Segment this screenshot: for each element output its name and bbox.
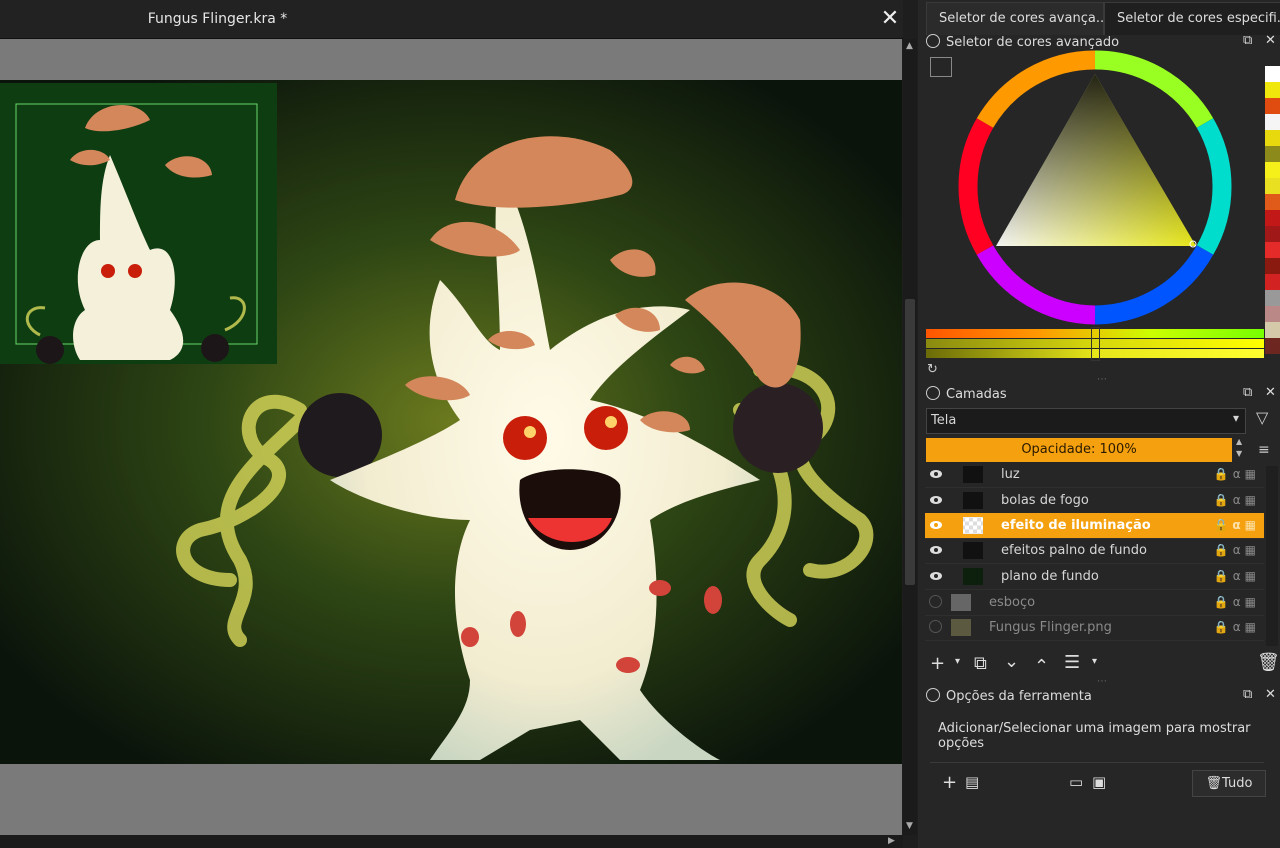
layer-name[interactable]: Fungus Flinger.png bbox=[989, 620, 1112, 635]
eye-icon[interactable] bbox=[929, 518, 943, 532]
layer-row[interactable]: Fungus Flinger.png 🔒α▦ bbox=[925, 615, 1264, 641]
refresh-icon[interactable]: ↻ bbox=[927, 362, 938, 377]
eye-icon[interactable] bbox=[929, 543, 943, 557]
layer-properties-icon[interactable]: 🔒α▦ bbox=[1214, 595, 1260, 609]
tab-advanced-color-selector[interactable]: Seletor de cores avança... bbox=[926, 2, 1104, 35]
reference-image bbox=[0, 83, 277, 364]
delete-layer-icon[interactable]: 🗑 bbox=[1257, 652, 1280, 673]
layer-thumbnail bbox=[963, 568, 983, 585]
float-panel-icon[interactable]: ⧉ bbox=[1243, 385, 1252, 400]
opacity-slider[interactable]: Opacidade: 100% bbox=[926, 438, 1232, 462]
scroll-right-icon[interactable]: ▶ bbox=[888, 836, 895, 846]
close-document-button[interactable]: ✕ bbox=[878, 7, 902, 31]
eye-icon[interactable] bbox=[929, 467, 943, 481]
hidden-eye-icon[interactable] bbox=[929, 620, 942, 633]
panel-resize-handle[interactable]: ⋯ bbox=[1097, 374, 1108, 385]
slider-handle[interactable] bbox=[1091, 327, 1100, 361]
scroll-down-icon[interactable]: ▼ bbox=[906, 821, 913, 831]
horizontal-scrollbar[interactable]: ▶ bbox=[0, 835, 903, 848]
delete-all-button[interactable]: 🗑Tudo bbox=[1192, 770, 1266, 797]
document-tab-title[interactable]: Fungus Flinger.kra * bbox=[0, 0, 435, 38]
tool-options-message: Adicionar/Selecionar uma imagem para mos… bbox=[938, 721, 1251, 751]
lock-icon[interactable] bbox=[926, 34, 940, 48]
chevron-down-icon[interactable]: ▾ bbox=[955, 656, 960, 667]
layer-name[interactable]: efeitos palno de fundo bbox=[1001, 543, 1147, 558]
layer-properties-icon[interactable]: 🔒α▦ bbox=[1214, 543, 1260, 557]
filter-icon[interactable]: ▽ bbox=[1256, 408, 1268, 427]
lock-icon[interactable] bbox=[926, 386, 940, 400]
close-panel-icon[interactable]: ✕ bbox=[1265, 385, 1276, 400]
layer-properties-icon[interactable]: 🔒α▦ bbox=[1214, 620, 1260, 634]
right-fireball bbox=[733, 383, 823, 473]
layer-name[interactable]: esboço bbox=[989, 595, 1035, 610]
layer-row[interactable]: plano de fundo 🔒α▦ bbox=[925, 564, 1264, 590]
move-down-icon[interactable]: ⌄ bbox=[1004, 651, 1019, 672]
layer-properties-icon[interactable]: 🔒α▦ bbox=[1214, 467, 1260, 481]
folder-icon[interactable]: ▭ bbox=[1069, 773, 1083, 791]
menu-icon[interactable]: ≡ bbox=[1258, 442, 1270, 458]
eye-icon[interactable] bbox=[929, 569, 943, 583]
layer-thumbnail bbox=[963, 542, 983, 559]
vertical-scrollbar[interactable]: ▲ ▼ bbox=[903, 39, 917, 835]
float-panel-icon[interactable]: ⧉ bbox=[1243, 687, 1252, 702]
layer-properties-icon[interactable]: ☰ bbox=[1064, 652, 1080, 673]
close-panel-icon[interactable]: ✕ bbox=[1265, 687, 1276, 702]
eye-icon[interactable] bbox=[929, 493, 943, 507]
trash-icon: 🗑 bbox=[1205, 776, 1223, 791]
layer-properties-icon[interactable]: 🔒α▦ bbox=[1214, 493, 1260, 507]
delete-all-label: Tudo bbox=[1222, 776, 1253, 791]
layer-thumbnail bbox=[963, 492, 983, 509]
save-icon[interactable]: ▣ bbox=[1092, 773, 1106, 791]
hidden-eye-icon[interactable] bbox=[929, 595, 942, 608]
divider bbox=[930, 762, 1264, 763]
layer-thumbnail bbox=[963, 466, 983, 483]
panel-resize-handle[interactable]: ⋯ bbox=[1097, 676, 1108, 687]
blend-mode-select[interactable]: Tela ▾ bbox=[926, 408, 1246, 434]
move-up-icon[interactable]: ⌃ bbox=[1034, 656, 1049, 677]
float-panel-icon[interactable]: ⧉ bbox=[1243, 33, 1252, 48]
layer-name[interactable]: plano de fundo bbox=[1001, 569, 1099, 584]
layer-name[interactable]: bolas de fogo bbox=[1001, 493, 1089, 508]
chevron-down-icon: ▾ bbox=[1232, 411, 1239, 425]
layer-row[interactable]: esboço 🔒α▦ bbox=[925, 590, 1264, 616]
lock-icon[interactable] bbox=[926, 688, 940, 702]
color-selector-title: Seletor de cores avançado bbox=[926, 34, 1119, 50]
no-color-icon[interactable] bbox=[1265, 50, 1280, 56]
layer-name[interactable]: efeito de iluminação bbox=[1001, 518, 1151, 533]
add-layer-icon[interactable]: + bbox=[930, 653, 945, 674]
layer-row-active[interactable]: efeito de iluminação 🔒α▦ bbox=[925, 513, 1264, 539]
document-icon[interactable]: ▤ bbox=[965, 773, 979, 791]
layer-row[interactable]: efeitos palno de fundo 🔒α▦ bbox=[925, 538, 1264, 564]
chevron-down-icon[interactable]: ▾ bbox=[1092, 656, 1097, 667]
close-panel-icon[interactable]: ✕ bbox=[1265, 33, 1276, 48]
tool-options-title: Opções da ferramenta bbox=[926, 688, 1092, 704]
layer-properties-icon[interactable]: 🔒α▦ bbox=[1214, 569, 1260, 583]
color-selector-title-text: Seletor de cores avançado bbox=[946, 35, 1120, 50]
scroll-up-icon[interactable]: ▲ bbox=[906, 41, 913, 51]
blend-mode-value: Tela bbox=[931, 413, 957, 428]
layer-name[interactable]: luz bbox=[1001, 467, 1020, 482]
canvas-area[interactable] bbox=[0, 39, 902, 835]
duplicate-layer-icon[interactable]: ⧉ bbox=[974, 653, 987, 674]
layer-row[interactable]: luz 🔒α▦ bbox=[925, 462, 1264, 488]
add-icon[interactable]: + bbox=[942, 772, 957, 793]
layers-scrollbar[interactable] bbox=[1266, 466, 1278, 646]
layers-title: Camadas bbox=[926, 386, 1007, 402]
vertical-scrollbar-thumb[interactable] bbox=[905, 299, 915, 585]
tool-options-title-text: Opções da ferramenta bbox=[946, 689, 1092, 704]
tab-specific-color-selector[interactable]: Seletor de cores especifi... bbox=[1104, 2, 1280, 35]
settings-icon[interactable] bbox=[930, 57, 952, 77]
layers-title-text: Camadas bbox=[946, 387, 1007, 402]
layer-row[interactable]: bolas de fogo 🔒α▦ bbox=[925, 488, 1264, 514]
layer-thumbnail bbox=[963, 517, 983, 534]
color-wheel[interactable] bbox=[955, 50, 1235, 330]
layer-thumbnail bbox=[951, 594, 971, 611]
artwork-canvas[interactable] bbox=[0, 80, 902, 764]
recent-colors-palette[interactable] bbox=[1265, 50, 1280, 360]
layer-thumbnail bbox=[951, 619, 971, 636]
opacity-spinner-icon[interactable]: ▲ ▼ bbox=[1236, 436, 1242, 460]
layer-properties-icon[interactable]: 🔒α▦ bbox=[1213, 518, 1260, 532]
